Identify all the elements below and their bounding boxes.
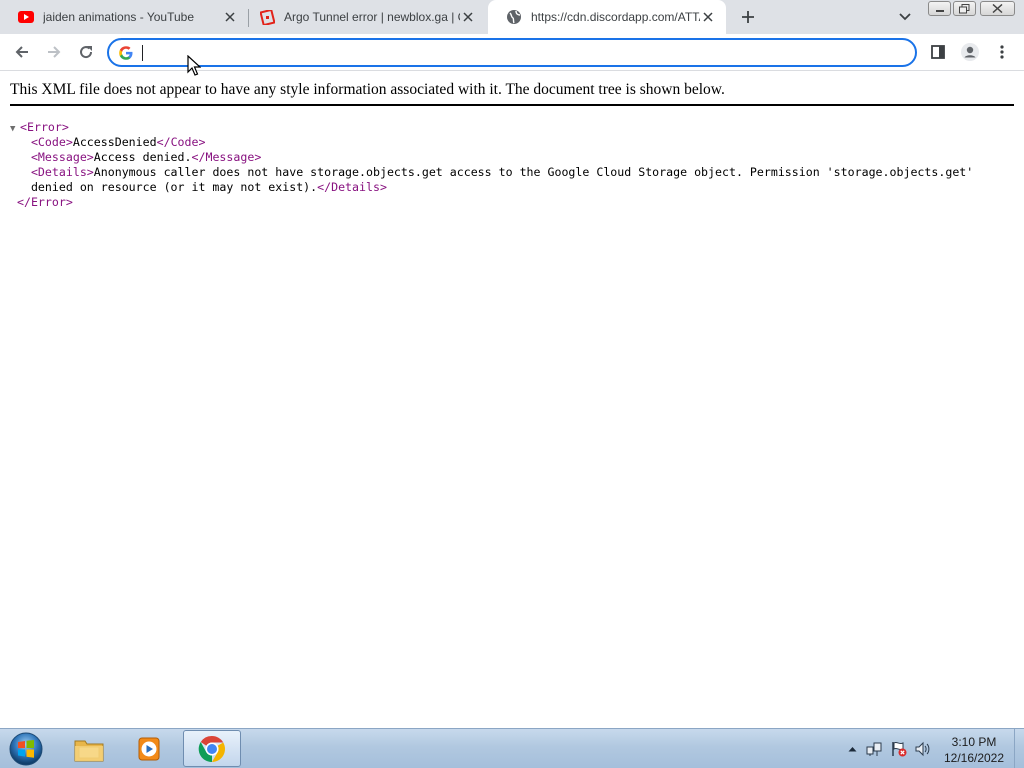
back-button[interactable] [9, 39, 35, 65]
reload-icon [80, 46, 93, 59]
xml-tag: <Message> [30, 150, 94, 164]
restore-icon [959, 3, 970, 13]
show-hidden-icons-arrow-icon[interactable] [844, 741, 860, 757]
globe-icon [506, 9, 522, 25]
browser-toolbar [0, 34, 1024, 71]
xml-tag: </Error> [16, 195, 73, 209]
youtube-icon [18, 9, 34, 25]
back-arrow-icon [15, 46, 28, 58]
tab-discord-cdn[interactable]: https://cdn.discordapp.com/ATTACHMENTS [488, 0, 726, 34]
close-tab-icon[interactable] [222, 9, 238, 25]
xml-tag: <Error> [20, 120, 69, 134]
chrome-icon [198, 735, 226, 762]
forward-arrow-icon [48, 46, 61, 58]
menu-button[interactable] [989, 39, 1015, 65]
divider [10, 104, 1014, 106]
tab-argo-tunnel[interactable]: Argo Tunnel error | newblox.ga | Cloudfl… [241, 0, 486, 34]
side-panel-button[interactable] [925, 39, 951, 65]
text-caret [142, 45, 143, 61]
tab-title: https://cdn.discordapp.com/ATTACHMENTS [531, 10, 700, 24]
tab-youtube[interactable]: jaiden animations - YouTube [0, 0, 248, 34]
show-desktop-button[interactable] [1014, 729, 1024, 768]
google-icon [118, 45, 134, 61]
explorer-icon [74, 740, 104, 761]
xml-text: Anonymous caller does not have storage.o… [93, 165, 974, 179]
close-tab-icon[interactable] [460, 9, 476, 25]
action-center-flag-icon[interactable] [891, 741, 907, 757]
xml-tag: </Message> [191, 150, 262, 164]
taskbar-chrome[interactable] [183, 730, 241, 767]
close-icon [992, 4, 1003, 13]
address-bar[interactable] [107, 38, 917, 67]
clock-time: 3:10 PM [951, 735, 997, 749]
side-panel-icon [931, 45, 945, 59]
restore-button[interactable] [953, 1, 976, 16]
more-vert-icon [1000, 45, 1004, 59]
chevron-down-icon [899, 13, 911, 21]
xml-tag: <Details> [30, 165, 94, 179]
xml-text: Access denied. [93, 150, 192, 164]
profile-icon [961, 43, 979, 61]
windows-logo-icon [9, 732, 43, 766]
media-player-icon [138, 737, 160, 760]
mouse-cursor-icon [187, 54, 202, 76]
new-tab-button[interactable] [736, 5, 760, 29]
taskbar-explorer[interactable] [60, 730, 118, 767]
close-window-button[interactable] [980, 1, 1015, 16]
forward-button[interactable] [41, 39, 67, 65]
taskbar-media-player[interactable] [120, 730, 178, 767]
xml-tree: ▼ <Error> <Code>AccessDenied</Code> <Mess… [10, 120, 973, 210]
windows-taskbar: 3:10 PM 12/16/2022 [0, 728, 1024, 768]
page-content: This XML file does not appear to have an… [0, 72, 1024, 728]
xml-tag: </Details> [317, 180, 387, 194]
minimize-button[interactable] [928, 1, 951, 16]
tab-title: Argo Tunnel error | newblox.ga | Cloudfl… [284, 10, 460, 24]
xml-tag: </Code> [156, 135, 206, 149]
close-tab-icon[interactable] [700, 9, 716, 25]
network-icon[interactable] [866, 741, 882, 757]
xml-text: AccessDenied [72, 135, 157, 149]
xml-text: denied on resource (or it may not exist)… [30, 180, 318, 194]
xml-style-notice: This XML file does not appear to have an… [10, 81, 725, 98]
reload-button[interactable] [73, 39, 99, 65]
plus-icon [742, 11, 754, 23]
tab-title: jaiden animations - YouTube [43, 10, 194, 24]
roblox-icon [259, 9, 275, 25]
system-clock[interactable]: 3:10 PM 12/16/2022 [936, 734, 1012, 766]
tab-strip: jaiden animations - YouTube Argo Tunnel … [0, 0, 1024, 34]
omnibox-input[interactable] [145, 43, 905, 63]
profile-button[interactable] [957, 39, 983, 65]
volume-icon[interactable] [915, 741, 931, 757]
start-button[interactable] [7, 731, 45, 767]
tab-search-button[interactable] [893, 5, 917, 29]
minimize-icon [935, 9, 944, 12]
clock-date: 12/16/2022 [943, 751, 1005, 765]
xml-tag: <Code> [30, 135, 73, 149]
